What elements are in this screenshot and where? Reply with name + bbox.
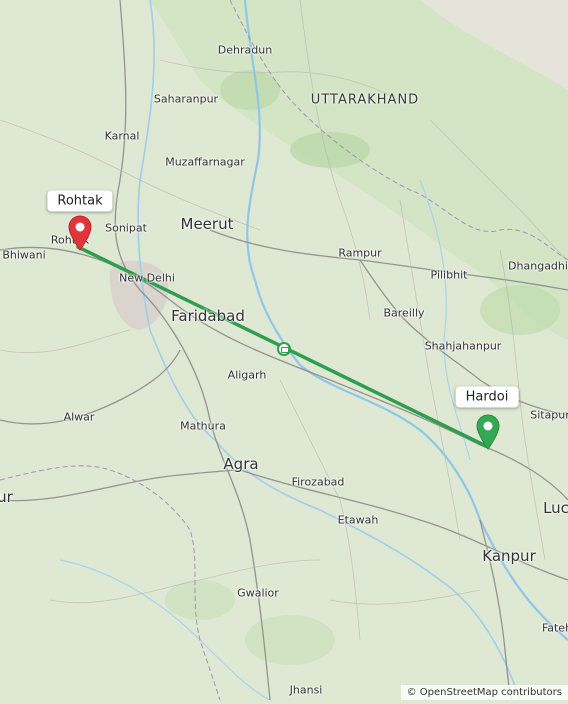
origin-marker-icon[interactable] [67, 215, 93, 251]
destination-marker-icon[interactable] [475, 414, 501, 450]
origin-popup-label: Rohtak [57, 193, 103, 209]
attribution-text: © OpenStreetMap contributors [406, 687, 562, 698]
map-attribution[interactable]: © OpenStreetMap contributors [400, 685, 568, 700]
origin-popup[interactable]: Rohtak [47, 190, 113, 212]
destination-popup-label: Hardoi [465, 389, 509, 405]
destination-popup[interactable]: Hardoi [455, 386, 519, 408]
place-label-uttarakhand: UTTARAKHAND [310, 92, 420, 108]
route-direction-icon[interactable] [277, 342, 291, 356]
map-canvas[interactable]: Dehradun UTTARAKHAND Saharanpur Karnal M… [0, 0, 568, 701]
